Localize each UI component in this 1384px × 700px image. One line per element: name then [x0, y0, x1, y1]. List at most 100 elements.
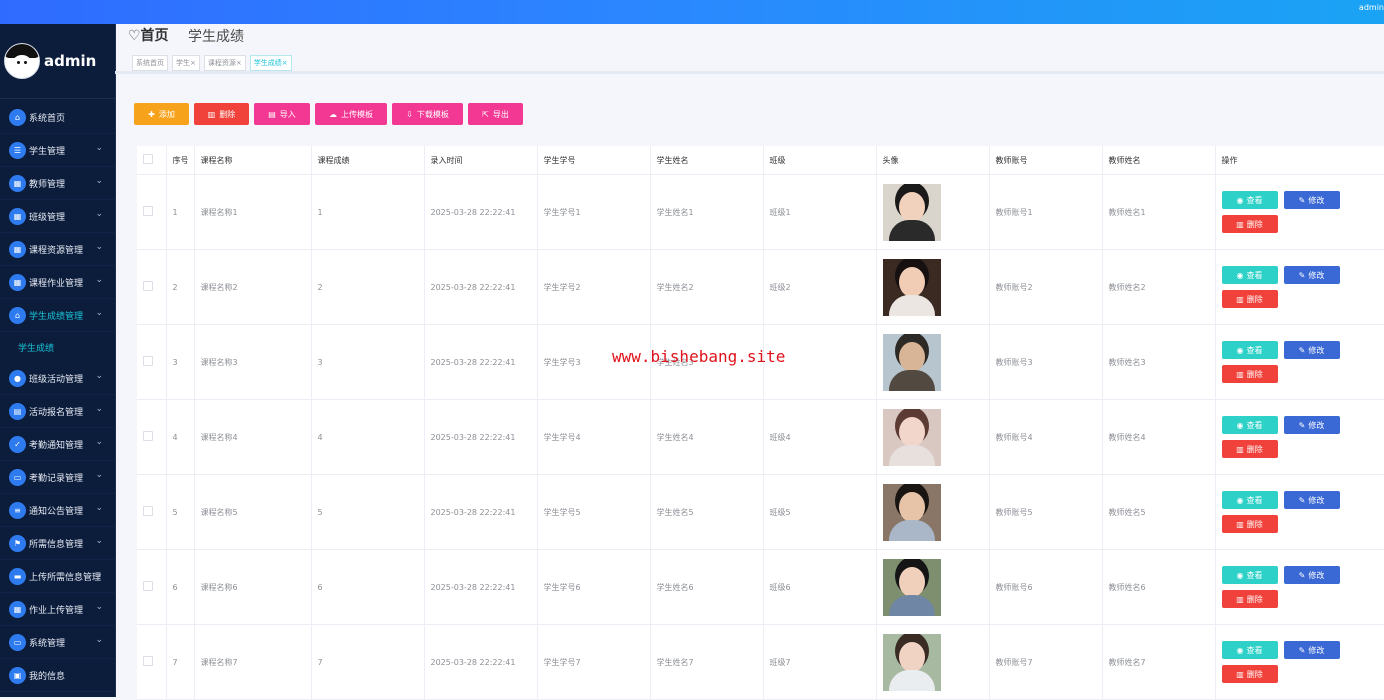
- sidebar-item[interactable]: ⌂ 系统首页: [0, 101, 115, 134]
- column-header[interactable]: 教师姓名: [1102, 146, 1216, 175]
- delete-row-button[interactable]: ▥ 删除: [1221, 665, 1278, 683]
- student-photo[interactable]: [882, 483, 941, 541]
- sidebar-item[interactable]: ▬ 上传所需信息管理 ⌄: [0, 560, 115, 593]
- edit-button[interactable]: ✎ 修改: [1283, 341, 1340, 359]
- select-all-cell[interactable]: [137, 146, 167, 175]
- delete-row-button[interactable]: ▥ 删除: [1221, 365, 1278, 383]
- view-button[interactable]: ◉ 查看: [1221, 341, 1278, 359]
- student-photo[interactable]: [882, 183, 941, 241]
- edit-button[interactable]: ✎ 修改: [1283, 416, 1340, 434]
- chat-icon: ▬: [9, 567, 26, 585]
- edit-button[interactable]: ✎ 修改: [1283, 266, 1340, 284]
- id-card-icon: ▣: [9, 666, 26, 684]
- column-header[interactable]: 班级: [763, 146, 877, 175]
- select-all-checkbox[interactable]: [143, 154, 153, 164]
- edit-button[interactable]: ✎ 修改: [1283, 641, 1340, 659]
- delete-row-button[interactable]: ▥ 删除: [1221, 590, 1278, 608]
- cell-actions: ◉ 查看 ✎ 修改 ▥ 删除: [1215, 474, 1384, 550]
- row-checkbox[interactable]: [143, 581, 153, 591]
- row-checkbox[interactable]: [143, 281, 153, 291]
- delete-row-button[interactable]: ▥ 删除: [1221, 290, 1278, 308]
- column-header[interactable]: 课程名称: [194, 146, 312, 175]
- upload-template-button[interactable]: ☁ 上传模板: [315, 103, 387, 125]
- tab-tag[interactable]: 系统首页: [132, 55, 168, 71]
- sidebar-item[interactable]: ● 班级活动管理 ⌄: [0, 362, 115, 395]
- download-template-button[interactable]: ⇩ 下载模板: [392, 103, 463, 125]
- breadcrumb-home[interactable]: ♡首页: [128, 25, 169, 45]
- sidebar-item-label: 班级管理: [29, 212, 66, 223]
- row-select-cell[interactable]: [137, 399, 167, 475]
- student-photo[interactable]: [882, 333, 941, 391]
- column-header[interactable]: 录入时间: [424, 146, 538, 175]
- export-button[interactable]: ⇱ 导出: [468, 103, 523, 125]
- chevron-down-icon: ⌄: [95, 209, 103, 219]
- sidebar-item-label: 考勤记录管理: [29, 473, 84, 484]
- row-checkbox[interactable]: [143, 431, 153, 441]
- sidebar-item[interactable]: ✓ 考勤通知管理 ⌄: [0, 428, 115, 461]
- cell-score: 4: [311, 399, 425, 475]
- row-select-cell[interactable]: [137, 474, 167, 550]
- sidebar-item[interactable]: ⌂ 学生成绩管理 ⌄: [0, 299, 115, 332]
- row-select-cell[interactable]: [137, 624, 167, 700]
- edit-button[interactable]: ✎ 修改: [1283, 566, 1340, 584]
- list-icon: ≡: [9, 501, 26, 519]
- row-select-cell[interactable]: [137, 549, 167, 625]
- sidebar-menu: ⌂ 系统首页 ☰ 学生管理 ⌄ ▦ 教师管理 ⌄ ▦ 班级管理 ⌄ ▦ 课程资源管理 ⌄ ▦ 课程作业管理 ⌄ ⌂…: [0, 101, 115, 692]
- delete-row-button[interactable]: ▥ 删除: [1221, 440, 1278, 458]
- import-button[interactable]: ▤ 导入: [254, 103, 310, 125]
- delete-row-button[interactable]: ▥ 删除: [1221, 215, 1278, 233]
- top-user-label[interactable]: admin: [1359, 3, 1384, 12]
- sidebar-item[interactable]: ▣ 我的信息: [0, 659, 115, 692]
- row-select-cell[interactable]: [137, 249, 167, 325]
- column-header[interactable]: 学生学号: [537, 146, 651, 175]
- cell-student-name: 学生姓名6: [650, 549, 764, 625]
- view-button[interactable]: ◉ 查看: [1221, 416, 1278, 434]
- student-photo[interactable]: [882, 633, 941, 691]
- row-select-cell[interactable]: [137, 174, 167, 250]
- sidebar-item[interactable]: ▤ 活动报名管理 ⌄: [0, 395, 115, 428]
- view-button[interactable]: ◉ 查看: [1221, 191, 1278, 209]
- trash-icon: ▥: [1236, 294, 1244, 304]
- sidebar-item[interactable]: ▭ 考勤记录管理 ⌄: [0, 461, 115, 494]
- cell-class: 班级7: [763, 624, 877, 700]
- sidebar-item[interactable]: ☰ 学生管理 ⌄: [0, 134, 115, 167]
- sidebar-item[interactable]: ≡ 通知公告管理 ⌄: [0, 494, 115, 527]
- cell-student-name: 学生姓名1: [650, 174, 764, 250]
- student-photo[interactable]: [882, 408, 941, 466]
- row-checkbox[interactable]: [143, 506, 153, 516]
- sidebar-item[interactable]: ▦ 教师管理 ⌄: [0, 167, 115, 200]
- row-checkbox[interactable]: [143, 356, 153, 366]
- row-checkbox[interactable]: [143, 206, 153, 216]
- view-button[interactable]: ◉ 查看: [1221, 491, 1278, 509]
- student-photo[interactable]: [882, 258, 941, 316]
- column-header[interactable]: 课程成绩: [311, 146, 425, 175]
- view-button[interactable]: ◉ 查看: [1221, 641, 1278, 659]
- row-checkbox[interactable]: [143, 656, 153, 666]
- add-button[interactable]: ✚ 添加: [134, 103, 189, 125]
- eye-icon: ◉: [1236, 495, 1244, 505]
- student-photo[interactable]: [882, 558, 941, 616]
- sidebar-item[interactable]: ▦ 班级管理 ⌄: [0, 200, 115, 233]
- edit-button[interactable]: ✎ 修改: [1283, 191, 1340, 209]
- row-select-cell[interactable]: [137, 324, 167, 400]
- sidebar-item[interactable]: ▦ 课程资源管理 ⌄: [0, 233, 115, 266]
- column-header[interactable]: 教师账号: [989, 146, 1103, 175]
- view-button[interactable]: ◉ 查看: [1221, 266, 1278, 284]
- cell-score: 2: [311, 249, 425, 325]
- cell-actions: ◉ 查看 ✎ 修改 ▥ 删除: [1215, 249, 1384, 325]
- cell-time: 2025-03-28 22:22:41: [424, 249, 538, 325]
- cell-class: 班级2: [763, 249, 877, 325]
- delete-row-button[interactable]: ▥ 删除: [1221, 515, 1278, 533]
- view-button[interactable]: ◉ 查看: [1221, 566, 1278, 584]
- tab-tag[interactable]: 学生成绩×: [249, 55, 292, 71]
- column-header[interactable]: 学生姓名: [650, 146, 764, 175]
- edit-button[interactable]: ✎ 修改: [1283, 491, 1340, 509]
- sidebar-item[interactable]: ▭ 系统管理 ⌄: [0, 626, 115, 659]
- tab-tag[interactable]: 学生×: [172, 55, 200, 71]
- delete-button[interactable]: ▥ 删除: [194, 103, 249, 125]
- sidebar-item[interactable]: ⚑ 所需信息管理 ⌄: [0, 527, 115, 560]
- sidebar-item[interactable]: ▦ 课程作业管理 ⌄: [0, 266, 115, 299]
- tab-tag[interactable]: 课程资源×: [203, 55, 246, 71]
- sidebar-item[interactable]: ▦ 作业上传管理 ⌄: [0, 593, 115, 626]
- sidebar-subitem[interactable]: 学生成绩: [0, 332, 115, 362]
